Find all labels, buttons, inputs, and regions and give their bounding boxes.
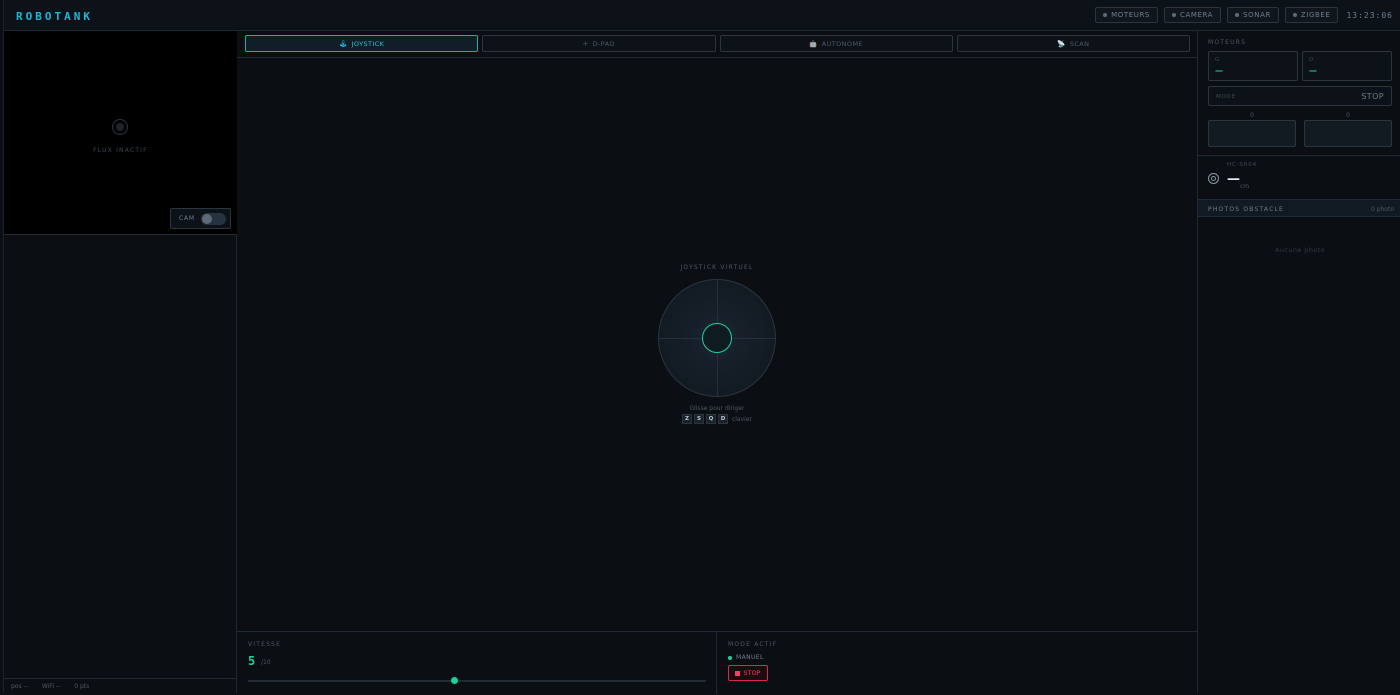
top-bar: ROBOTANK MOTEURS CAMÉRA SONAR ZIGBEE 13:… <box>4 0 1400 31</box>
key-z: Z <box>681 414 692 424</box>
motor-right-bar <box>1304 120 1392 147</box>
photos-header[interactable]: PHOTOS OBSTACLE 0 photo <box>1198 199 1400 217</box>
camera-toggle-label: CAM <box>179 215 195 222</box>
sonar-distance: — <box>1227 172 1240 187</box>
mode-state: MANUEL <box>728 654 764 661</box>
photos-empty: Aucune photo <box>1275 246 1325 254</box>
speed-label: VITESSE <box>248 641 282 648</box>
motor-left: G — <box>1208 51 1298 81</box>
camera-toggle[interactable]: CAM <box>170 208 231 229</box>
status-dot-icon <box>1292 13 1297 17</box>
control-panel: 🕹 JOYSTICK ✛ D-PAD 🤖 AUTONOME 📡 SCAN JOYSTIC… <box>237 31 1197 694</box>
status-dot-icon <box>1103 13 1108 17</box>
status-indicators: MOTEURS CAMÉRA SONAR ZIGBEE 13:23:06 <box>1095 7 1393 23</box>
right-panel: MOTEURS G — D — MODE STOP 0 0 HC-SR04 — … <box>1197 31 1400 693</box>
status-dot-icon <box>1171 13 1176 17</box>
camera-inactive-icon <box>112 119 128 135</box>
dpad-icon: ✛ <box>582 39 589 48</box>
keyboard-hint: Z S Q D clavier <box>237 414 1197 424</box>
sonar-icon <box>1208 173 1219 184</box>
photos-count: 0 photo <box>1370 206 1394 213</box>
status-label: ZIGBEE <box>1300 11 1331 19</box>
robot-icon: 🤖 <box>809 39 818 48</box>
camera-switch[interactable] <box>200 212 226 225</box>
mode-state-label: MANUEL <box>736 654 764 661</box>
satellite-icon: 📡 <box>1057 39 1066 48</box>
position-readout: pos -- <box>11 682 28 690</box>
tab-autonome[interactable]: 🤖 AUTONOME <box>719 35 953 52</box>
key-s: S <box>693 414 704 424</box>
status-zigbee: ZIGBEE <box>1284 7 1339 23</box>
speed-slider-thumb[interactable] <box>450 677 458 684</box>
clock: 13:23:06 <box>1346 10 1393 20</box>
motor-right-value: — <box>1309 66 1317 75</box>
mode-label: MODE ACTIF <box>728 641 778 648</box>
stop-button[interactable]: STOP <box>728 665 768 681</box>
tab-joystick[interactable]: 🕹 JOYSTICK <box>245 35 479 52</box>
tab-label: AUTONOME <box>821 39 863 48</box>
stop-label: STOP <box>743 669 761 677</box>
sonar-unit: cm <box>1240 183 1250 190</box>
tab-label: D-PAD <box>592 39 615 48</box>
brand-logo: ROBOTANK <box>16 10 93 23</box>
sonar-sensor-name: HC-SR04 <box>1227 162 1257 168</box>
joystick-knob[interactable] <box>702 323 732 353</box>
bottom-bar: VITESSE 5 /10 MODE ACTIF MANUEL STOP <box>237 631 1197 694</box>
virtual-joystick[interactable] <box>658 279 776 397</box>
stop-icon <box>735 670 741 676</box>
joystick-title: JOYSTICK VIRTUEL <box>680 264 754 271</box>
status-motors: MOTEURS <box>1095 7 1158 23</box>
points-readout: 0 pts <box>74 682 90 690</box>
motors-title: MOTEURS <box>1208 39 1247 46</box>
camera-status: FLUX INACTIF <box>93 147 148 154</box>
motor-mode: MODE STOP <box>1208 86 1392 106</box>
tab-scan[interactable]: 📡 SCAN <box>956 35 1190 52</box>
joystick-hint: Glisse pour diriger <box>689 405 745 412</box>
left-panel: FLUX INACTIF CAM pos -- WiFi -- 0 pts <box>4 31 237 693</box>
key-d: D <box>717 414 728 424</box>
motor-left-key: G <box>1215 57 1220 63</box>
wifi-readout: WiFi -- <box>41 682 61 690</box>
motor-left-bar-value: 0 <box>1250 112 1254 119</box>
status-label: CAMÉRA <box>1179 11 1214 19</box>
speed-unit: /10 <box>261 659 271 666</box>
motor-mode-key: MODE <box>1216 94 1236 100</box>
joystick-icon: 🕹 <box>338 39 348 48</box>
motor-left-bar <box>1208 120 1296 147</box>
camera-feed: FLUX INACTIF CAM <box>4 31 237 235</box>
mode-dot-icon <box>728 655 732 660</box>
motor-mode-value: STOP <box>1361 92 1384 101</box>
motor-right-bar-value: 0 <box>1346 112 1350 119</box>
motor-right-key: D <box>1309 57 1314 63</box>
tab-dpad[interactable]: ✛ D-PAD <box>482 35 716 52</box>
mode-tabs: 🕹 JOYSTICK ✛ D-PAD 🤖 AUTONOME 📡 SCAN <box>237 31 1197 58</box>
left-footer: pos -- WiFi -- 0 pts <box>4 678 237 693</box>
status-sonar: SONAR <box>1227 7 1279 23</box>
keyboard-hint-label: clavier <box>731 415 753 423</box>
app-window: ROBOTANK MOTEURS CAMÉRA SONAR ZIGBEE 13:… <box>3 0 1400 694</box>
motor-left-value: — <box>1215 66 1223 75</box>
active-mode-panel: MODE ACTIF MANUEL STOP <box>717 632 1197 694</box>
speed-value: 5 <box>248 654 256 668</box>
sonar-panel: HC-SR04 — cm <box>1198 155 1400 199</box>
tab-label: SCAN <box>1069 39 1090 48</box>
status-label: MOTEURS <box>1111 11 1150 19</box>
speed-slider-track[interactable] <box>248 680 706 682</box>
status-camera: CAMÉRA <box>1163 7 1222 23</box>
status-dot-icon <box>1235 13 1240 17</box>
status-label: SONAR <box>1243 11 1271 19</box>
key-q: Q <box>705 414 716 424</box>
speed-panel: VITESSE 5 /10 <box>237 632 717 694</box>
motor-right: D — <box>1302 51 1392 81</box>
tab-label: JOYSTICK <box>351 39 385 48</box>
photos-title: PHOTOS OBSTACLE <box>1208 206 1285 213</box>
